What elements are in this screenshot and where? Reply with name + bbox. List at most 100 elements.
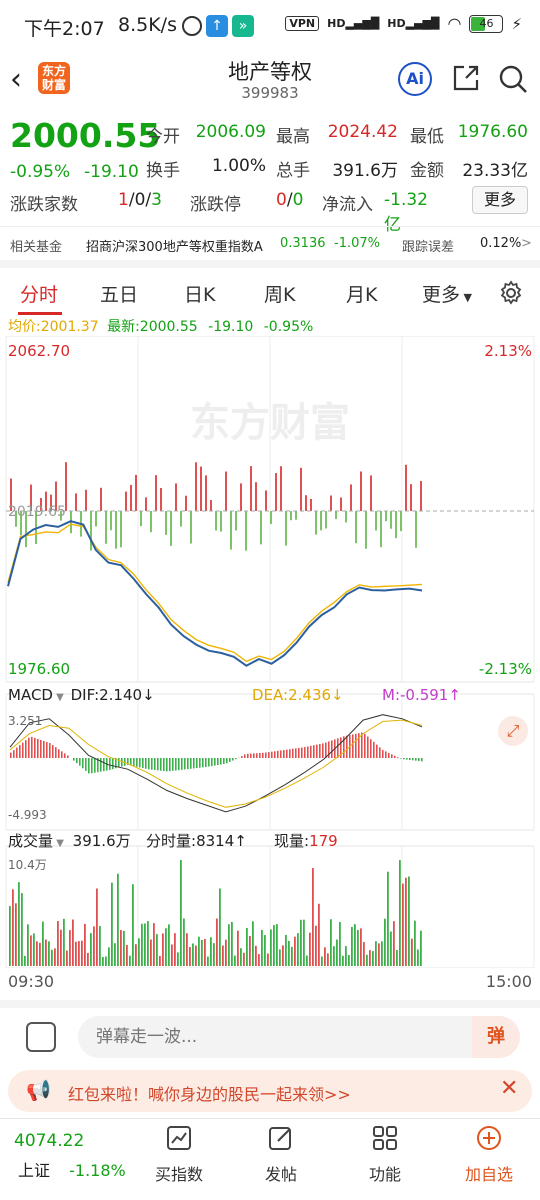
volume-bar: [78, 941, 80, 966]
macd-hist-bar: [274, 751, 276, 758]
breadth-bar: [305, 495, 307, 511]
macd-hist-bar: [58, 749, 60, 758]
search-icon[interactable]: [498, 64, 528, 94]
app-notify-icon: »: [232, 15, 254, 37]
nav-buy-index[interactable]: 买指数: [134, 1119, 224, 1185]
close-icon[interactable]: ✕: [500, 1076, 518, 1101]
macd-hist-bar: [205, 758, 207, 768]
macd-hist-bar: [196, 758, 198, 769]
volume-bar: [315, 925, 317, 966]
breadth-bar: [180, 511, 182, 527]
danmaku-input[interactable]: [78, 1016, 520, 1058]
danmaku-toggle-icon[interactable]: [26, 1022, 56, 1052]
red-packet-banner[interactable]: 📢 红包来啦！喊你身边的股民一起来领>> ✕: [8, 1070, 532, 1112]
nav-post[interactable]: 发帖: [236, 1119, 326, 1185]
status-right: VPN HD▂▄▆█ HD▂▄▆█ ◠ 46 ⚡: [285, 14, 522, 33]
volume-bar: [231, 921, 233, 966]
breadth-bar: [315, 511, 317, 535]
more-button[interactable]: 更多: [472, 186, 528, 214]
macd-hist-bar: [322, 743, 324, 758]
tab-five-day[interactable]: 五日: [100, 280, 138, 307]
danmaku-send-button[interactable]: 弹: [472, 1016, 520, 1058]
volume-bar: [177, 952, 179, 966]
macd-hist-bar: [121, 758, 123, 767]
macd-hist-bar: [370, 739, 372, 758]
breadth-bar: [285, 511, 287, 546]
breadth-bar: [330, 495, 332, 511]
volume-bar: [45, 939, 47, 966]
macd-y-bottom: -4.993: [8, 808, 47, 822]
breadth-bar: [390, 511, 392, 529]
macd-hist-bar: [22, 742, 24, 758]
breadth-bar: [360, 471, 362, 511]
volume-selector[interactable]: 成交量 ▼: [8, 832, 64, 850]
intraday-chart[interactable]: 东方财富 2019.65: [0, 336, 540, 968]
breadth-bar: [420, 481, 422, 511]
alarm-icon: [182, 16, 202, 36]
volume-bar: [51, 949, 53, 966]
index-quote[interactable]: 4074.22 上证 -1.18%: [4, 1119, 126, 1181]
tab-monthly-k[interactable]: 月K: [346, 280, 377, 307]
macd-hist-bar: [136, 758, 138, 767]
macd-hist-bar: [337, 738, 339, 758]
volume-bar: [381, 941, 383, 966]
tab-daily-k[interactable]: 日K: [184, 280, 215, 307]
macd-legend: MACD ▼ DIF:2.140↓ DEA:2.436↓ M:-0.591↑: [8, 686, 461, 704]
breadth-bar: [295, 511, 297, 520]
volume-bar: [87, 952, 89, 966]
macd-y-top: 3.251: [8, 714, 43, 728]
breadth-bar: [395, 511, 397, 539]
breadth-bar: [200, 466, 202, 511]
volume-bar: [159, 956, 161, 966]
volume-bar: [306, 955, 308, 966]
tab-weekly-k[interactable]: 周K: [264, 280, 295, 307]
volume-bar: [12, 889, 14, 966]
volume-bar: [411, 938, 413, 966]
macd-hist-bar: [64, 753, 66, 758]
breadth-bar: [260, 511, 262, 545]
volume-bar: [375, 941, 377, 966]
related-fund-row[interactable]: 相关基金 招商沪深300地产等权重指数A 0.3136 -1.07% 跟踪误差 …: [0, 226, 540, 258]
breadth-bar: [240, 483, 242, 511]
breadth-bar: [135, 474, 137, 511]
ai-button[interactable]: Ai: [398, 62, 432, 96]
open-value: 2006.09: [195, 122, 266, 142]
volume-bar: [336, 939, 338, 966]
macd-hist-bar: [88, 758, 90, 774]
avg-value: 2001.37: [40, 319, 99, 335]
macd-selector[interactable]: MACD ▼: [8, 686, 64, 704]
macd-hist-bar: [232, 758, 234, 761]
dif-text: DIF:2.140↓: [70, 686, 155, 704]
tab-more[interactable]: 更多 ▼: [422, 280, 472, 307]
share-icon[interactable]: [452, 64, 480, 92]
breadth-bar: [325, 511, 327, 529]
macd-hist-bar: [361, 732, 363, 758]
caret-down-icon: ▼: [53, 838, 64, 849]
expand-icon[interactable]: ⤢: [498, 716, 528, 746]
volume-bar: [102, 956, 104, 966]
updown-label: 涨跌家数: [10, 195, 78, 215]
macd-hist-bar: [112, 758, 114, 770]
volume-bar: [114, 943, 116, 966]
macd-hist-bar: [19, 745, 21, 758]
volume-bar: [108, 947, 110, 966]
macd-hist-bar: [406, 758, 408, 760]
nav-add-watchlist[interactable]: 加自选: [444, 1119, 534, 1185]
macd-hist-bar: [175, 758, 177, 771]
volume-bar: [210, 937, 212, 966]
breadth-bar: [140, 511, 142, 527]
macd-hist-bar: [316, 744, 318, 758]
volume-bar: [213, 943, 215, 966]
macd-hist-bar: [46, 742, 48, 758]
volume-bar: [417, 949, 419, 966]
nav-post-label: 发帖: [264, 1165, 297, 1184]
gear-icon[interactable]: [498, 280, 524, 306]
volume-bar: [297, 933, 299, 966]
volume-bar: [135, 944, 137, 966]
nav-functions[interactable]: 功能: [340, 1119, 430, 1185]
macd-hist-bar: [397, 757, 399, 758]
breadth-bar: [215, 511, 217, 531]
volume-bar: [216, 918, 218, 966]
volume-bar: [330, 919, 332, 966]
tab-intraday[interactable]: 分时: [20, 280, 58, 307]
